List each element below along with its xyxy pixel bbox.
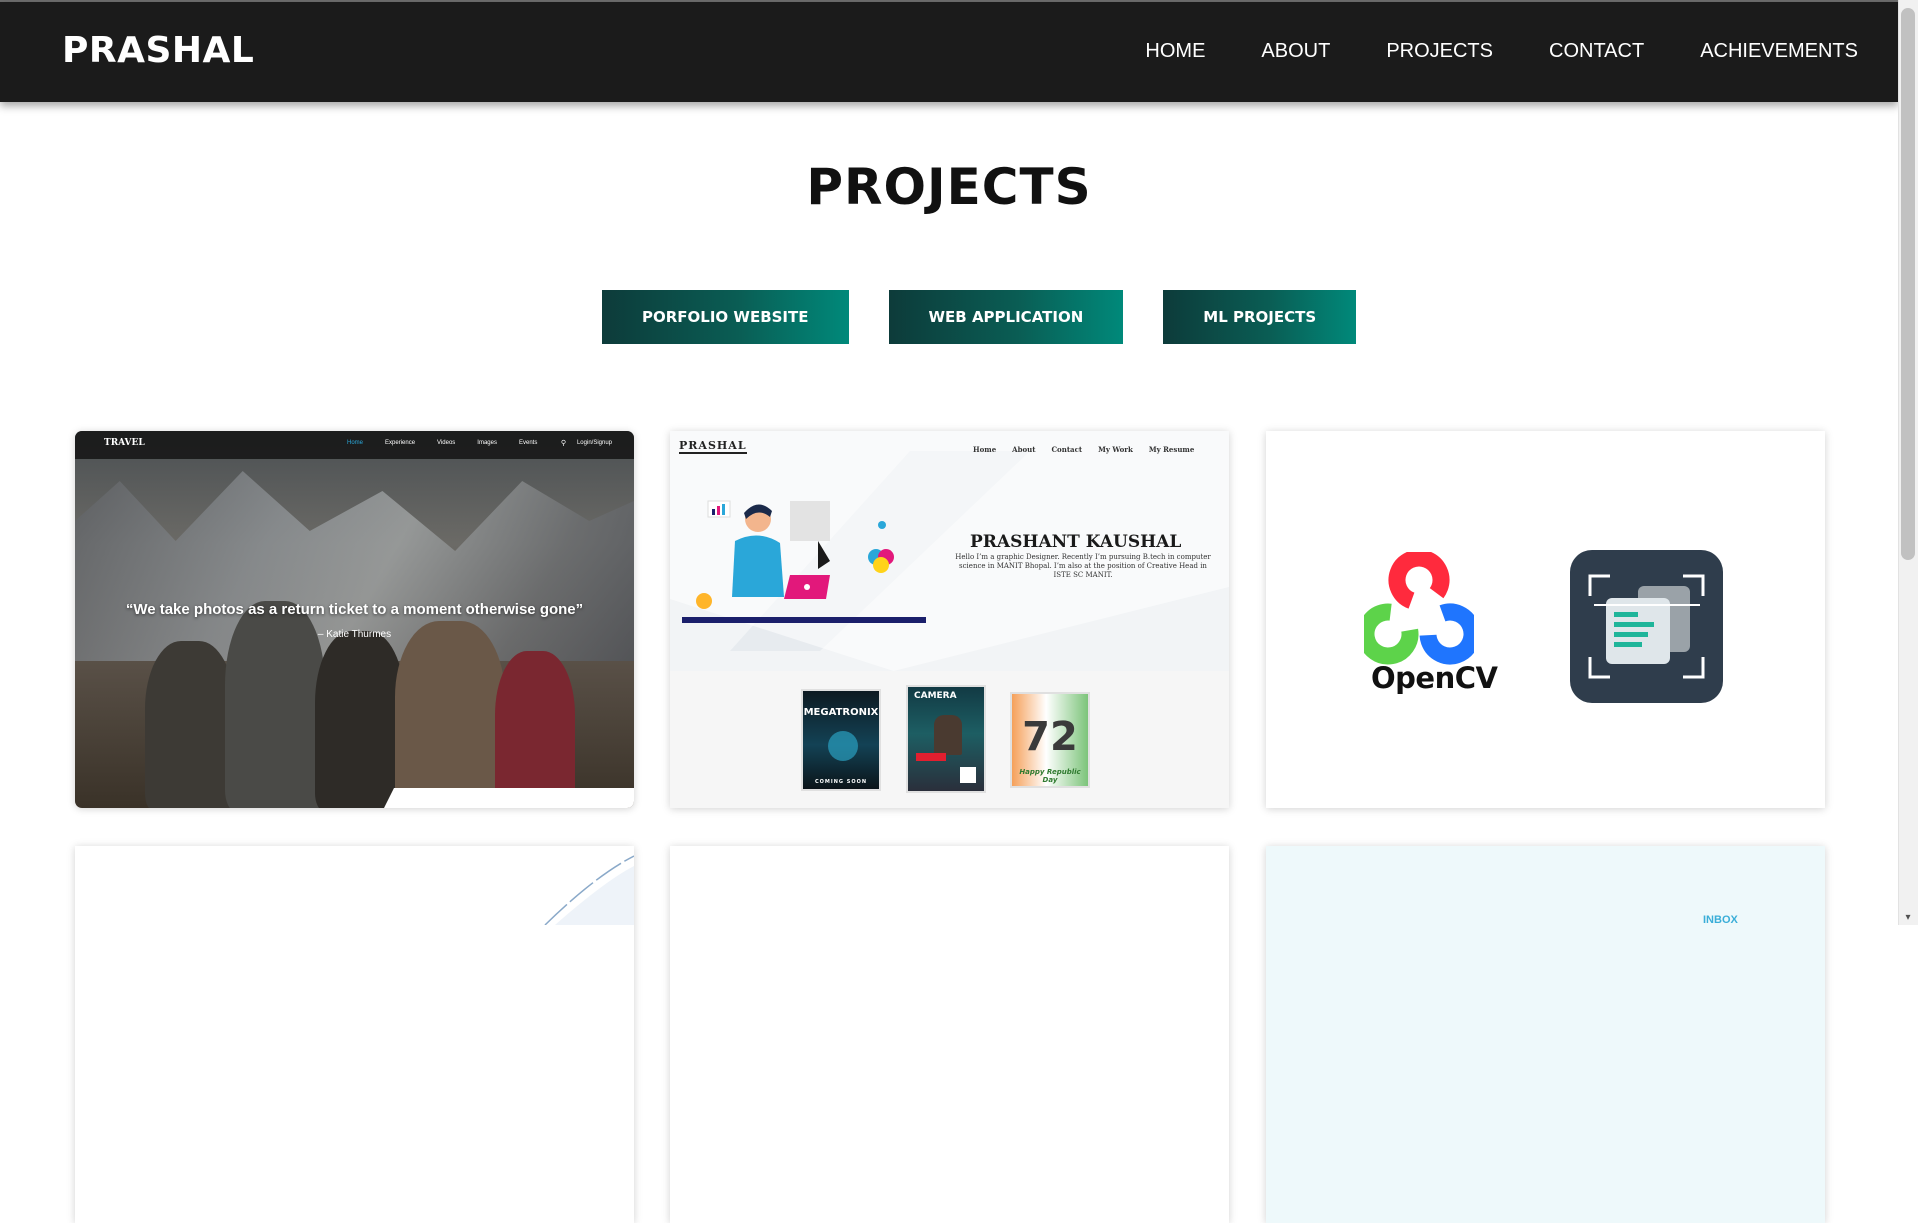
- navbar: PRASHAL HOME ABOUT PROJECTS CONTACT ACHI…: [0, 2, 1898, 102]
- poster-megatronix: MEGATRONIX COMING SOON: [801, 689, 881, 791]
- decorative-curve: [544, 855, 634, 925]
- travel-menu-item: Experience: [385, 440, 416, 446]
- search-icon: ⚲: [560, 439, 566, 447]
- brand-logo[interactable]: PRASHAL: [62, 30, 254, 71]
- decorative-corner: [384, 788, 634, 808]
- nav-about[interactable]: ABOUT: [1261, 40, 1330, 63]
- portfolio-name: PRASHANT KAUSHAL: [970, 532, 1182, 552]
- scrollbar-thumb[interactable]: [1901, 8, 1915, 560]
- poster-graphic: [828, 731, 858, 761]
- nav-contact[interactable]: CONTACT: [1549, 40, 1644, 63]
- portfolio-menu-item: My Work: [1098, 445, 1133, 454]
- travel-menu-item: Events: [518, 440, 538, 446]
- travel-logo: TRAVEL: [104, 438, 145, 448]
- poster-person-image: [934, 715, 962, 755]
- project-filters: PORFOLIO WEBSITE WEB APPLICATION ML PROJ…: [602, 290, 1357, 344]
- portfolio-logo: PRASHAL: [679, 439, 747, 454]
- travel-menu-item: Videos: [437, 440, 456, 446]
- main-nav: HOME ABOUT PROJECTS CONTACT ACHIEVEMENTS: [1145, 40, 1858, 63]
- project-card-travel[interactable]: TRAVEL Home Experience Videos Images Eve…: [75, 431, 634, 808]
- travel-menu-item: Home: [347, 440, 364, 446]
- filter-portfolio-website-button[interactable]: PORFOLIO WEBSITE: [602, 290, 849, 344]
- filter-web-application-button[interactable]: WEB APPLICATION: [888, 290, 1124, 344]
- portfolio-menu-item: Contact: [1051, 445, 1083, 454]
- opencv-label: OpenCV: [1371, 661, 1498, 695]
- portfolio-menu-item: Home: [973, 445, 997, 454]
- inbox-label: INBOX: [1703, 914, 1738, 926]
- portfolio-menu-item: My Resume: [1148, 445, 1195, 454]
- scroll-down-arrow-icon[interactable]: ▾: [1903, 913, 1913, 923]
- travel-navbar: TRAVEL Home Experience Videos Images Eve…: [75, 431, 634, 459]
- travel-login-link: Login/Signup: [576, 440, 612, 446]
- project-card-inbox[interactable]: INBOX: [1266, 846, 1825, 1223]
- poster-tag: [916, 753, 946, 761]
- nav-achievements[interactable]: ACHIEVEMENTS: [1700, 40, 1858, 63]
- poster-subtitle: Happy Republic Day: [1019, 768, 1081, 784]
- project-card-portfolio[interactable]: PRASHAL Home About Contact My Work My Re…: [670, 431, 1229, 808]
- page-title: PROJECTS: [806, 158, 1092, 216]
- designer-illustration: [696, 500, 894, 609]
- poster-republic-day: 72 Happy Republic Day: [1010, 692, 1090, 788]
- desk-bar: [682, 617, 926, 623]
- poster-subtitle: COMING SOON: [814, 779, 868, 785]
- project-card[interactable]: [75, 846, 634, 1223]
- project-card[interactable]: [670, 846, 1229, 1223]
- portfolio-menu: Home About Contact My Work My Resume: [973, 445, 1194, 454]
- travel-menu-item: Images: [477, 440, 497, 446]
- travel-menu: Home Experience Videos Images Events: [347, 440, 537, 446]
- portfolio-description: Hello I’m a graphic Designer. Recently I…: [955, 553, 1211, 579]
- travel-quote-author: – Katie Thurmes: [317, 629, 392, 640]
- nav-projects[interactable]: PROJECTS: [1386, 40, 1493, 63]
- poster-title: CAMERA: [914, 691, 957, 701]
- page-scrollbar[interactable]: ▾: [1898, 0, 1918, 925]
- nav-home[interactable]: HOME: [1145, 40, 1205, 63]
- travel-quote: “We take photos as a return ticket to a …: [125, 601, 584, 618]
- qr-code-icon: [960, 767, 976, 783]
- poster-title: 72: [1022, 714, 1078, 760]
- project-card-ml[interactable]: OpenCV: [1266, 431, 1825, 808]
- poster-title: MEGATRONIX: [803, 707, 879, 718]
- document-scanner-icon: [1570, 550, 1723, 703]
- filter-ml-projects-button[interactable]: ML PROJECTS: [1163, 290, 1357, 344]
- portfolio-menu-item: About: [1012, 445, 1036, 454]
- poster-camera: CAMERA: [906, 685, 986, 793]
